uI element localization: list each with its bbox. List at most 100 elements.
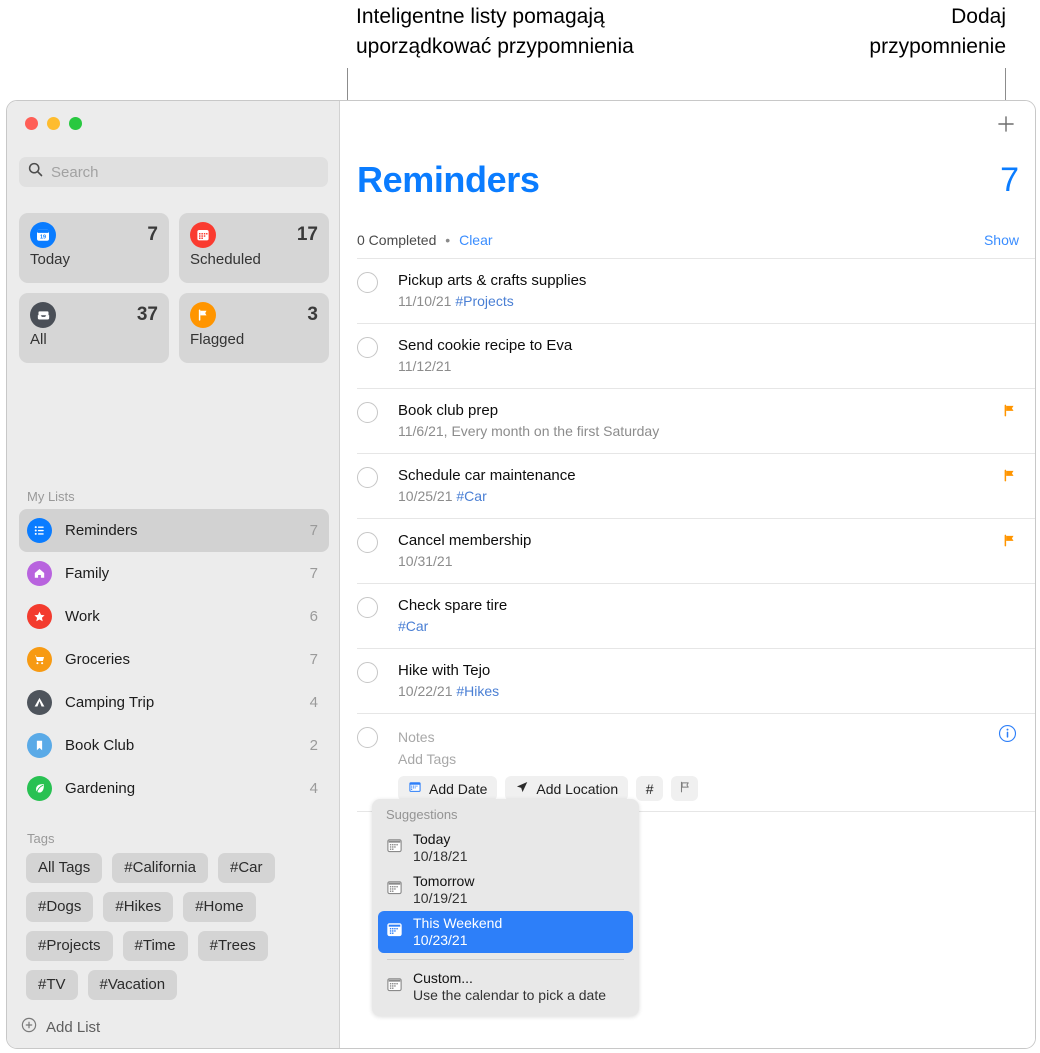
reminder-subtitle: 10/22/21 #Hikes — [398, 682, 1017, 701]
new-reminder-row[interactable]: Notes Add Tags Add Date Add Location # — [357, 714, 1035, 812]
reminder-title: Check spare tire — [398, 597, 508, 614]
reminder-list: Pickup arts & crafts supplies 11/10/21 #… — [357, 258, 1035, 812]
reminder-checkbox[interactable] — [357, 337, 378, 358]
tag-chip[interactable]: #Hikes — [103, 892, 174, 922]
smart-list-label: Scheduled — [190, 251, 261, 268]
sidebar-item-work[interactable]: Work 6 — [19, 595, 329, 638]
info-circle-icon[interactable] — [998, 724, 1017, 743]
suggestion-today[interactable]: Today 10/18/21 — [378, 827, 633, 869]
tag-chip[interactable]: #Dogs — [26, 892, 94, 922]
sidebar-item-label: Work — [65, 608, 100, 625]
reminder-checkbox[interactable] — [357, 727, 378, 748]
date-suggestions-popup: Suggestions Today 10/18/21 Tomorrow 10/1… — [372, 799, 639, 1016]
my-lists-section-header: My Lists — [27, 489, 75, 504]
calendar-today-icon: 19 — [30, 222, 56, 248]
reminder-tag[interactable]: #Car — [398, 618, 428, 634]
smart-list-all[interactable]: 37 All — [19, 293, 169, 363]
callout-leader-line-left — [347, 68, 348, 103]
suggestion-custom[interactable]: Custom... Use the calendar to pick a dat… — [378, 966, 633, 1008]
tag-chip[interactable]: #TV — [26, 970, 78, 1000]
sidebar-item-count: 7 — [309, 522, 318, 539]
table-row[interactable]: Send cookie recipe to Eva 11/12/21 — [357, 324, 1035, 389]
house-icon — [27, 561, 52, 586]
sidebar-item-book-club[interactable]: Book Club 2 — [19, 724, 329, 767]
tag-chip[interactable]: #Vacation — [87, 970, 178, 1000]
smart-list-today[interactable]: 19 7 Today — [19, 213, 169, 283]
clear-completed-button[interactable]: Clear — [459, 232, 492, 248]
reminder-title: Cancel membership — [398, 532, 532, 549]
suggestion-tomorrow[interactable]: Tomorrow 10/19/21 — [378, 869, 633, 911]
plus-circle-icon — [21, 1017, 37, 1037]
suggestion-this-weekend[interactable]: This Weekend 10/23/21 — [378, 911, 633, 953]
add-list-button[interactable]: Add List — [21, 1017, 100, 1037]
table-row[interactable]: Book club prep 11/6/21, Every month on t… — [357, 389, 1035, 454]
minimize-button[interactable] — [47, 117, 60, 130]
close-button[interactable] — [25, 117, 38, 130]
reminder-checkbox[interactable] — [357, 532, 378, 553]
smart-list-scheduled[interactable]: 17 Scheduled — [179, 213, 329, 283]
sidebar-item-count: 7 — [309, 565, 318, 582]
window-controls — [25, 117, 82, 130]
flag-icon[interactable] — [1002, 403, 1017, 423]
reminder-checkbox[interactable] — [357, 662, 378, 683]
reminder-tag[interactable]: #Projects — [455, 293, 513, 309]
suggestion-title: Tomorrow — [413, 873, 475, 889]
reminder-date: 11/12/21 — [398, 358, 452, 374]
add-tag-button[interactable]: # — [636, 776, 664, 801]
calendar-icon — [386, 837, 403, 859]
sidebar-item-count: 4 — [309, 694, 318, 711]
sidebar-item-label: Book Club — [65, 737, 135, 754]
reminder-checkbox[interactable] — [357, 467, 378, 488]
sidebar-item-camping-trip[interactable]: Camping Trip 4 — [19, 681, 329, 724]
tags-section-header: Tags — [27, 831, 55, 846]
table-row[interactable]: Check spare tire #Car — [357, 584, 1035, 649]
tag-chip[interactable]: #Home — [183, 892, 256, 922]
reminder-checkbox[interactable] — [357, 597, 378, 618]
tag-chip[interactable]: All Tags — [26, 853, 103, 883]
sidebar-item-reminders[interactable]: Reminders 7 — [19, 509, 329, 552]
flag-toggle-button[interactable] — [671, 776, 699, 801]
reminder-subtitle: 11/12/21 — [398, 357, 1017, 376]
leaf-icon — [27, 776, 52, 801]
notes-placeholder[interactable]: Notes — [398, 726, 1017, 748]
reminder-tag[interactable]: #Hikes — [456, 683, 499, 699]
tag-chip[interactable]: #Car — [217, 853, 275, 883]
table-row[interactable]: Schedule car maintenance 10/25/21 #Car — [357, 454, 1035, 519]
hash-icon: # — [645, 780, 654, 797]
smart-list-flagged[interactable]: 3 Flagged — [179, 293, 329, 363]
tag-chip[interactable]: #California — [112, 853, 208, 883]
sidebar-item-count: 7 — [309, 651, 318, 668]
sidebar-item-groceries[interactable]: Groceries 7 — [19, 638, 329, 681]
reminder-tag[interactable]: #Car — [456, 488, 486, 504]
flag-icon — [190, 302, 216, 328]
flag-icon[interactable] — [1002, 468, 1017, 488]
sidebar-item-count: 6 — [309, 608, 318, 625]
table-row[interactable]: Cancel membership 10/31/21 — [357, 519, 1035, 584]
tag-chip[interactable]: #Trees — [197, 931, 268, 961]
reminder-checkbox[interactable] — [357, 402, 378, 423]
flag-outline-icon — [678, 780, 692, 797]
table-row[interactable]: Pickup arts & crafts supplies 11/10/21 #… — [357, 258, 1035, 324]
tag-chip[interactable]: #Time — [122, 931, 188, 961]
add-reminder-button[interactable] — [993, 113, 1019, 139]
suggestion-title: This Weekend — [413, 915, 503, 931]
reminder-checkbox[interactable] — [357, 272, 378, 293]
add-location-button[interactable]: Add Location — [505, 776, 629, 801]
star-icon — [27, 604, 52, 629]
flag-icon[interactable] — [1002, 533, 1017, 553]
show-completed-button[interactable]: Show — [984, 232, 1019, 248]
table-row[interactable]: Hike with Tejo 10/22/21 #Hikes — [357, 649, 1035, 714]
sidebar-item-gardening[interactable]: Gardening 4 — [19, 767, 329, 810]
add-tags-placeholder[interactable]: Add Tags — [398, 748, 1017, 770]
add-date-button[interactable]: Add Date — [398, 776, 498, 801]
reminder-title: Schedule car maintenance — [398, 467, 576, 484]
shopping-cart-icon — [27, 647, 52, 672]
zoom-button[interactable] — [69, 117, 82, 130]
search-input[interactable]: Search — [19, 157, 328, 187]
reminder-title: Pickup arts & crafts supplies — [398, 272, 587, 289]
calendar-icon — [408, 780, 422, 797]
sidebar-item-family[interactable]: Family 7 — [19, 552, 329, 595]
tag-chip[interactable]: #Projects — [26, 931, 113, 961]
smart-list-count: 17 — [296, 224, 318, 245]
bulleted-list-icon — [27, 518, 52, 543]
